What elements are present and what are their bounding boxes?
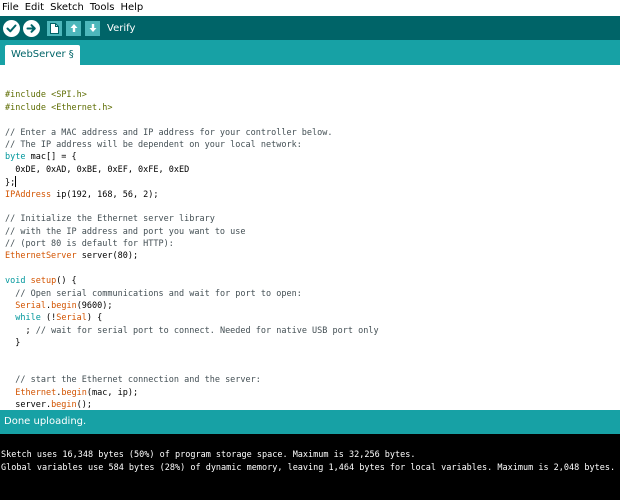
menu-sketch[interactable]: Sketch xyxy=(47,0,87,16)
tab-webserver[interactable]: WebServer § xyxy=(5,45,80,65)
menu-file[interactable]: File xyxy=(0,0,22,16)
console-line: Sketch uses 16,348 bytes (50%) of progra… xyxy=(1,450,416,460)
code-line[interactable]: // Open serial communications and wait f… xyxy=(5,288,379,300)
code-line[interactable]: }; xyxy=(5,176,379,188)
code-line[interactable]: ; // wait for serial port to connect. Ne… xyxy=(5,325,378,337)
menu-bar: File Edit Sketch Tools Help xyxy=(0,0,620,16)
code-line[interactable] xyxy=(5,350,379,362)
tab-bar: WebServer § xyxy=(0,40,620,65)
code-line[interactable]: } xyxy=(5,337,379,349)
menu-edit[interactable]: Edit xyxy=(22,0,47,16)
code-line[interactable]: while (!Serial) { xyxy=(5,312,379,324)
verify-button[interactable] xyxy=(3,19,20,37)
code-line[interactable]: void setup() { xyxy=(5,275,379,287)
save-icon xyxy=(89,24,96,32)
code-line[interactable] xyxy=(5,362,379,374)
console-line: Global variables use 584 bytes (28%) of … xyxy=(1,463,616,473)
code-line[interactable]: // Enter a MAC address and IP address fo… xyxy=(5,127,379,139)
code-line[interactable]: // (port 80 is default for HTTP): xyxy=(5,238,379,250)
code-area[interactable]: #include <SPI.h> #include <Ethernet.h> //… xyxy=(5,77,379,410)
code-line[interactable]: Ethernet.begin(mac, ip); xyxy=(5,387,379,399)
code-editor[interactable]: #include <SPI.h> #include <Ethernet.h> //… xyxy=(0,65,620,410)
upload-button[interactable] xyxy=(23,19,40,37)
menu-help[interactable]: Help xyxy=(117,0,146,16)
code-line[interactable]: EthernetServer server(80); xyxy=(5,250,379,262)
save-button[interactable] xyxy=(85,20,100,36)
menu-tools[interactable]: Tools xyxy=(87,0,118,16)
toolbar: Verify xyxy=(0,16,620,40)
code-line[interactable]: // with the IP address and port you want… xyxy=(5,226,379,238)
code-line[interactable] xyxy=(5,114,379,126)
code-line[interactable]: // The IP address will be dependent on y… xyxy=(5,139,379,151)
upload-icon xyxy=(26,23,36,33)
code-line[interactable]: #include <Ethernet.h> xyxy=(5,102,379,114)
code-line[interactable] xyxy=(5,201,379,213)
code-line[interactable] xyxy=(5,77,379,89)
open-icon xyxy=(70,24,77,32)
new-button[interactable] xyxy=(47,20,62,36)
code-line[interactable]: IPAddress ip(192, 168, 56, 2); xyxy=(5,189,379,201)
code-line[interactable]: // start the Ethernet connection and the… xyxy=(5,374,379,386)
toolbar-hover-label: Verify xyxy=(107,22,136,34)
status-bar: Done uploading. xyxy=(0,410,620,434)
code-line[interactable]: Serial.begin(9600); xyxy=(5,300,379,312)
output-console[interactable]: Sketch uses 16,348 bytes (50%) of progra… xyxy=(0,434,620,500)
code-line[interactable]: #include <SPI.h> xyxy=(5,89,379,101)
code-line[interactable]: // Initialize the Ethernet server librar… xyxy=(5,213,379,225)
code-line[interactable]: server.begin(); xyxy=(5,399,379,410)
code-line[interactable] xyxy=(5,263,379,275)
open-button[interactable] xyxy=(66,20,81,36)
code-line[interactable]: byte mac[] = { xyxy=(5,151,379,163)
code-line[interactable]: 0xDE, 0xAD, 0xBE, 0xEF, 0xFE, 0xED xyxy=(5,164,379,176)
text-cursor xyxy=(15,176,17,188)
verify-icon xyxy=(6,24,17,32)
status-text: Done uploading. xyxy=(4,416,87,427)
new-icon xyxy=(50,22,59,34)
